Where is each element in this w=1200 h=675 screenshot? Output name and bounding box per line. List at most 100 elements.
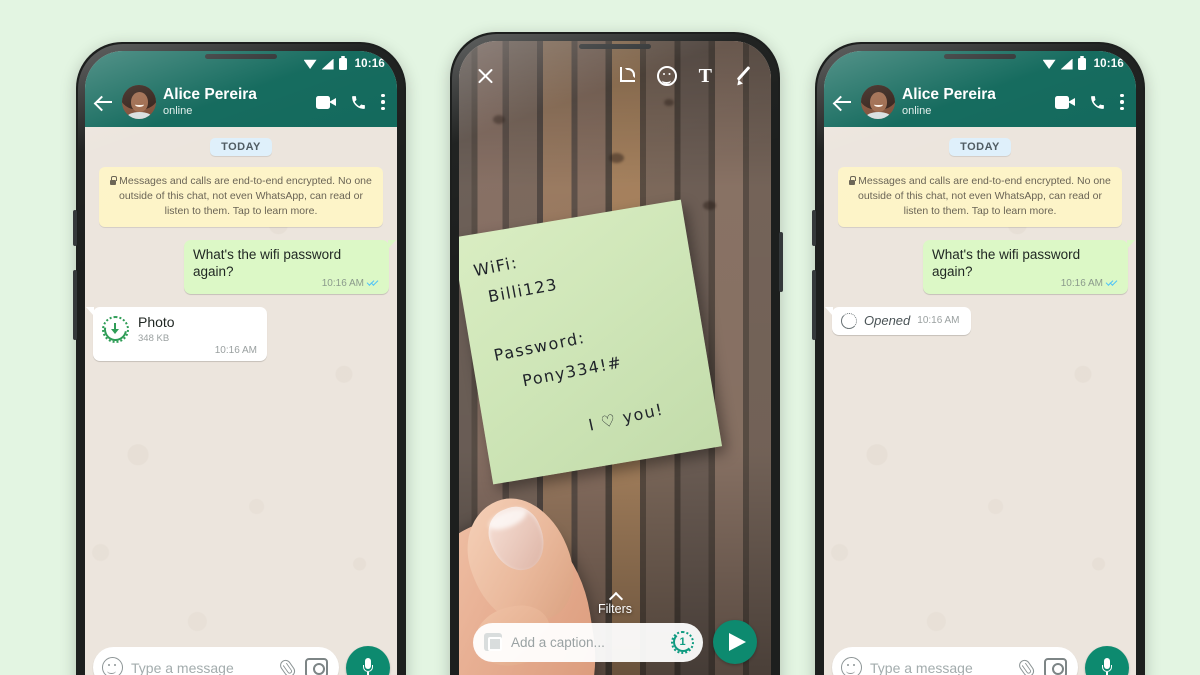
header-actions	[1055, 93, 1126, 111]
phone3-screen: 10:16 Alice Pereira online TODAY Message…	[824, 51, 1136, 675]
phone2-side-button[interactable]	[779, 232, 783, 292]
sticky-note-photo-subject: WiFi: Billi123 Password: Pony334!# I ♡ y…	[459, 199, 723, 485]
view-once-badge-icon[interactable]: 1	[671, 630, 694, 654]
phone3-side-button-up[interactable]	[812, 210, 816, 246]
phone1-input-bar: Type a message	[85, 642, 397, 675]
message-row-outgoing: What's the wifi password again? 10:16 AM	[93, 239, 396, 294]
overflow-menu-icon[interactable]	[1120, 93, 1124, 111]
outgoing-message-bubble[interactable]: What's the wifi password again? 10:16 AM	[923, 239, 1135, 294]
lock-icon	[849, 176, 857, 185]
photo-title: Photo	[138, 313, 175, 330]
signal-icon	[321, 58, 334, 70]
microphone-icon	[1102, 657, 1112, 675]
sticker-emoji-icon[interactable]	[656, 66, 677, 86]
phone2-speaker-notch	[579, 44, 651, 49]
send-icon	[728, 633, 746, 651]
photo-time: 10:16 AM	[214, 345, 257, 357]
phone1-chat-body: TODAY Messages and calls are end-to-end …	[85, 127, 397, 675]
note-line-5: I ♡ you!	[586, 399, 666, 435]
note-line-1: WiFi:	[471, 252, 520, 281]
phone1-chat-header: Alice Pereira online	[85, 77, 397, 127]
phone3-message-list[interactable]: TODAY Messages and calls are end-to-end …	[824, 127, 1136, 335]
encryption-notice[interactable]: Messages and calls are end-to-end encryp…	[99, 167, 383, 227]
encryption-notice[interactable]: Messages and calls are end-to-end encryp…	[838, 167, 1122, 227]
send-button[interactable]	[713, 620, 757, 664]
voice-call-icon[interactable]	[350, 94, 367, 111]
video-call-icon[interactable]	[316, 95, 336, 109]
photo-message-bubble[interactable]: Photo 348 KB 10:16 AM	[86, 306, 267, 362]
sticky-note-handwriting: WiFi: Billi123 Password: Pony334!# I ♡ y…	[459, 200, 722, 485]
overflow-menu-icon[interactable]	[381, 93, 385, 111]
phone-mockup-2: T WiFi: Billi123 Password: Pony334!# I ♡…	[450, 32, 783, 675]
phone3-chat-header: Alice Pereira online	[824, 77, 1136, 127]
opened-message-bubble[interactable]: Opened 10:16 AM	[825, 306, 971, 335]
caption-input-placeholder[interactable]: Add a caption...	[511, 635, 662, 650]
message-input-pill[interactable]: Type a message	[93, 647, 339, 675]
status-bar-time: 10:16	[354, 58, 385, 70]
message-input-placeholder[interactable]: Type a message	[131, 660, 271, 675]
day-label: TODAY	[210, 138, 272, 156]
microphone-button[interactable]	[346, 645, 390, 675]
contact-avatar[interactable]	[122, 85, 156, 119]
message-row-incoming: Photo 348 KB 10:16 AM	[86, 306, 389, 362]
photo-editor: T WiFi: Billi123 Password: Pony334!# I ♡…	[459, 41, 771, 675]
status-bar-time: 10:16	[1093, 58, 1124, 70]
phone-mockup-3: 10:16 Alice Pereira online TODAY Message…	[812, 42, 1145, 675]
day-divider: TODAY	[93, 138, 389, 156]
chevron-up-icon	[609, 592, 622, 599]
message-input-placeholder[interactable]: Type a message	[870, 660, 1010, 675]
back-arrow-icon[interactable]	[93, 91, 115, 113]
emoji-icon[interactable]	[841, 657, 862, 675]
close-icon[interactable]	[476, 67, 495, 86]
encryption-text: Messages and calls are end-to-end encryp…	[858, 175, 1111, 218]
voice-call-icon[interactable]	[1089, 94, 1106, 111]
phone1-side-button-up[interactable]	[73, 210, 77, 246]
caption-bar: Add a caption... 1	[459, 620, 771, 664]
day-divider: TODAY	[832, 138, 1128, 156]
contact-name: Alice Pereira	[163, 86, 257, 104]
phone1-speaker-notch	[205, 54, 277, 59]
back-arrow-icon[interactable]	[832, 91, 854, 113]
message-time: 10:16 AM	[1060, 277, 1103, 289]
contact-presence: online	[163, 105, 193, 118]
camera-icon[interactable]	[305, 657, 328, 675]
phone1-side-button-down[interactable]	[73, 270, 77, 340]
outgoing-message-bubble[interactable]: What's the wifi password again? 10:16 AM	[184, 239, 396, 294]
caption-input-pill[interactable]: Add a caption... 1	[473, 622, 703, 662]
camera-icon[interactable]	[1044, 657, 1067, 675]
filters-control[interactable]: Filters	[459, 592, 771, 616]
note-line-4: Pony334!#	[520, 352, 624, 391]
phone3-side-button-down[interactable]	[812, 270, 816, 340]
view-once-opened-icon	[841, 312, 857, 329]
signal-icon	[1060, 58, 1073, 70]
microphone-button[interactable]	[1085, 645, 1129, 675]
crop-rotate-icon[interactable]	[616, 66, 635, 86]
phone2-screen: T WiFi: Billi123 Password: Pony334!# I ♡…	[459, 41, 771, 675]
view-once-download-icon[interactable]	[99, 313, 132, 346]
pencil-icon[interactable]	[734, 66, 754, 88]
contact-avatar[interactable]	[861, 85, 895, 119]
video-call-icon[interactable]	[1055, 95, 1075, 109]
contact-name: Alice Pereira	[902, 86, 996, 104]
gallery-icon[interactable]	[484, 633, 502, 651]
message-row-outgoing: What's the wifi password again? 10:16 AM	[832, 239, 1135, 294]
contact-presence: online	[902, 105, 932, 118]
editor-toolbar: T	[459, 57, 771, 95]
wifi-icon	[303, 59, 317, 69]
contact-info[interactable]: Alice Pereira online	[163, 86, 309, 117]
screenshot-stage: 10:16 Alice Pereira online TODAY Message…	[0, 0, 1200, 675]
header-actions	[316, 93, 387, 111]
contact-info[interactable]: Alice Pereira online	[902, 86, 1048, 117]
phone3-input-bar: Type a message	[824, 642, 1136, 675]
phone1-message-list[interactable]: TODAY Messages and calls are end-to-end …	[85, 127, 397, 362]
outgoing-message-text: What's the wifi password again?	[932, 246, 1081, 279]
paperclip-icon[interactable]	[1014, 654, 1040, 675]
emoji-icon[interactable]	[102, 657, 123, 675]
message-input-pill[interactable]: Type a message	[832, 647, 1078, 675]
outgoing-message-text: What's the wifi password again?	[193, 246, 342, 279]
paperclip-icon[interactable]	[275, 654, 301, 675]
day-label: TODAY	[949, 138, 1011, 156]
note-line-3: Password:	[492, 327, 587, 365]
phone1-screen: 10:16 Alice Pereira online TODAY Message…	[85, 51, 397, 675]
text-tool-icon[interactable]: T	[699, 66, 712, 86]
